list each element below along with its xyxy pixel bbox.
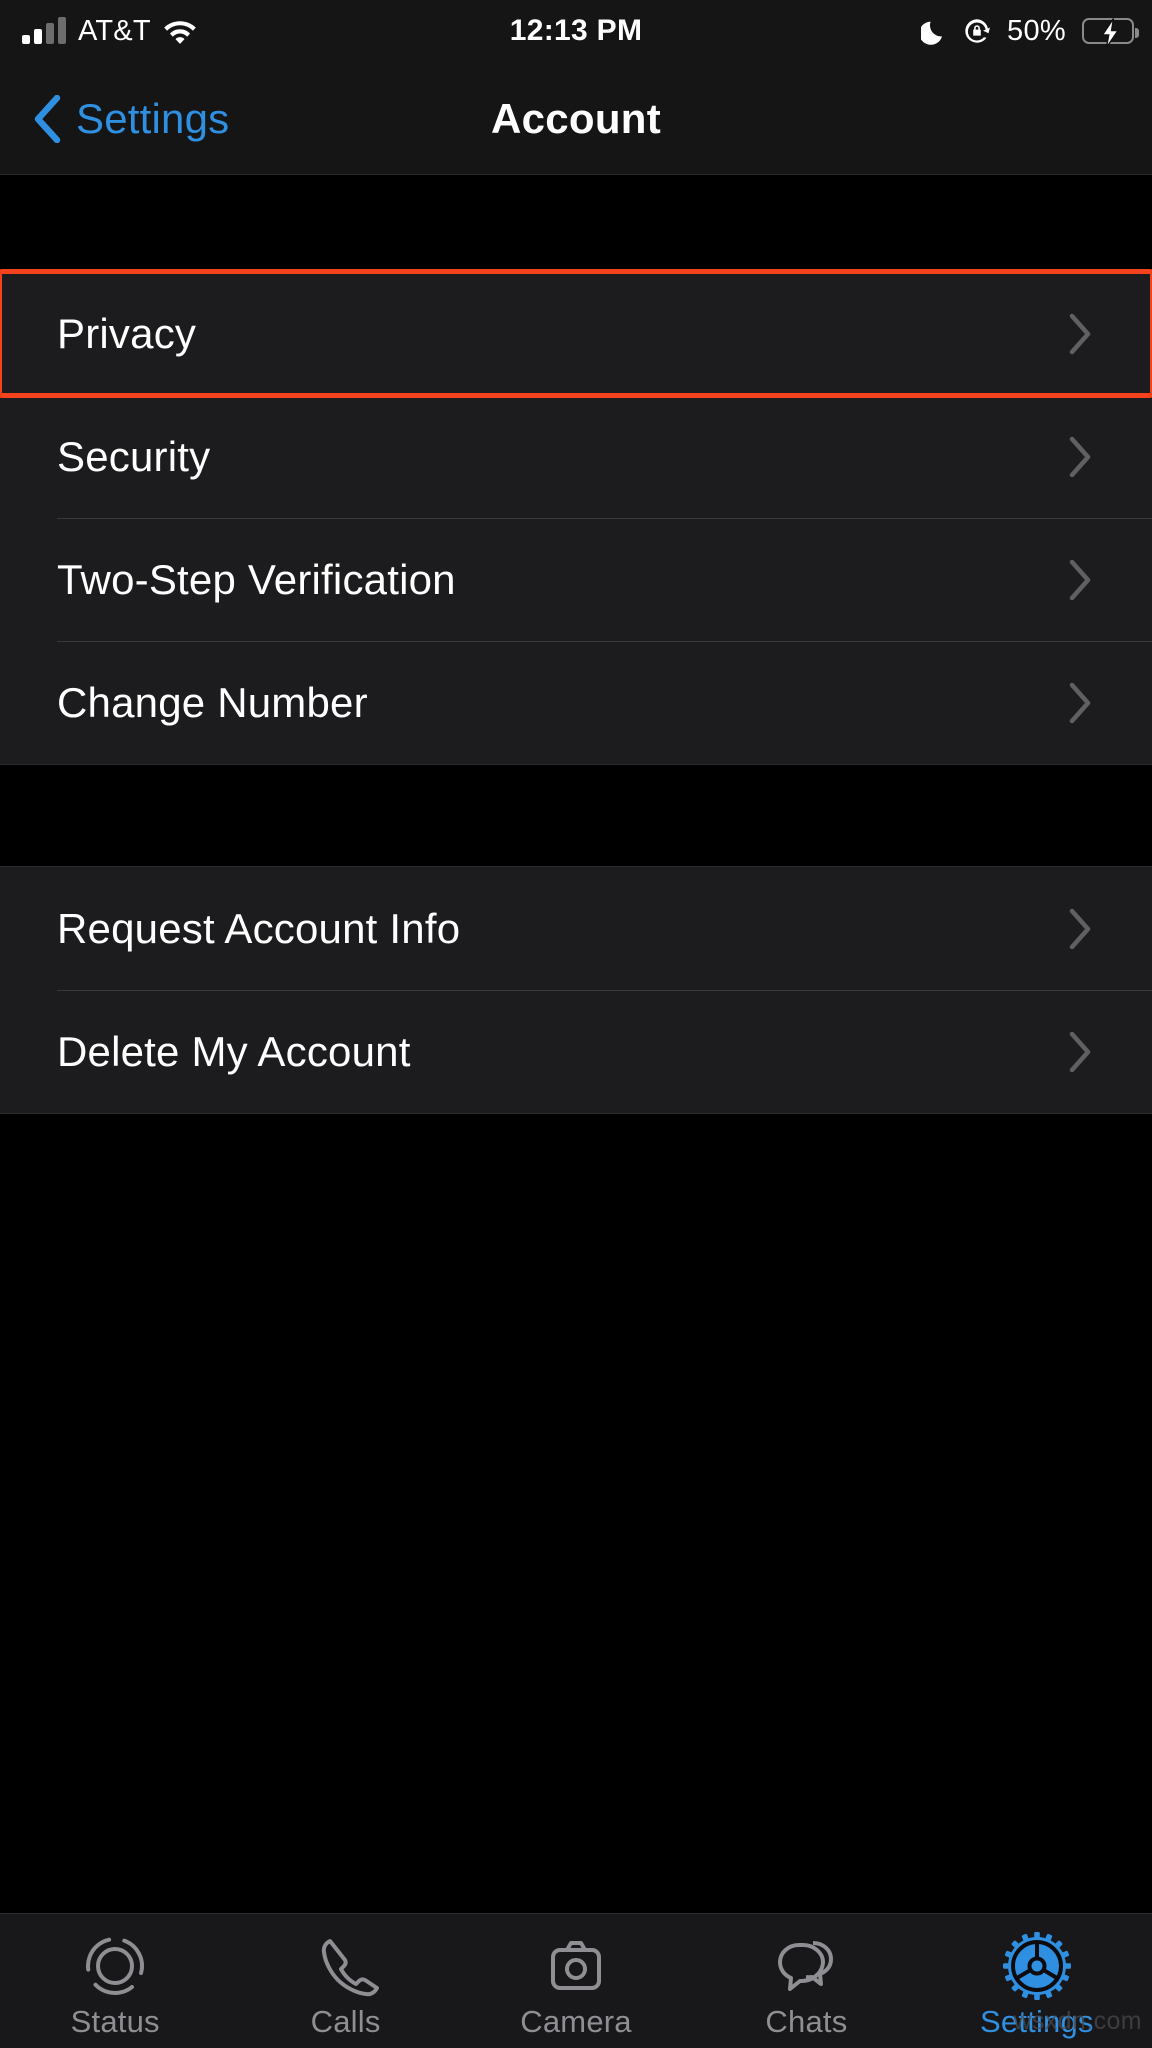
status-bar: AT&T 12:13 PM 50% <box>0 0 1152 62</box>
tab-label: Settings <box>980 2004 1094 2039</box>
chevron-right-icon <box>1068 1031 1092 1073</box>
camera-icon <box>543 1930 609 2002</box>
tab-settings[interactable]: Settings <box>922 1914 1152 2048</box>
tab-label: Chats <box>765 2004 848 2039</box>
tab-camera[interactable]: Camera <box>461 1914 691 2048</box>
list-item-label: Request Account Info <box>57 904 461 952</box>
gear-icon <box>1002 1930 1072 2002</box>
chevron-right-icon <box>1068 436 1092 478</box>
chevron-right-icon <box>1068 682 1092 724</box>
list-item-label: Privacy <box>57 309 197 357</box>
chevron-right-icon <box>1068 559 1092 601</box>
list-item-label: Change Number <box>57 678 368 726</box>
tab-label: Calls <box>310 2004 381 2039</box>
rotation-lock-icon <box>963 17 991 45</box>
tab-chats[interactable]: Chats <box>691 1914 921 2048</box>
list-item-security[interactable]: Security <box>0 395 1152 518</box>
tab-calls[interactable]: Calls <box>230 1914 460 2048</box>
chevron-right-icon <box>1068 313 1092 355</box>
tab-label: Status <box>70 2004 160 2039</box>
status-ring-icon <box>82 1930 148 2002</box>
moon-icon <box>921 17 947 45</box>
settings-group-account-data: Request Account Info Delete My Account <box>0 866 1152 1114</box>
phone-icon <box>313 1930 379 2002</box>
tab-bar: Status Calls Camera Chats Settings <box>0 1913 1152 2048</box>
battery-charging-icon <box>1082 18 1139 48</box>
tab-status[interactable]: Status <box>0 1914 230 2048</box>
list-item-two-step-verification[interactable]: Two-Step Verification <box>0 518 1152 641</box>
list-item-change-number[interactable]: Change Number <box>0 641 1152 764</box>
list-item-privacy[interactable]: Privacy <box>0 269 1152 398</box>
list-item-label: Two-Step Verification <box>57 555 456 603</box>
list-item-label: Delete My Account <box>57 1027 411 1075</box>
settings-group-account: Privacy Security Two-Step Verification C… <box>0 269 1152 765</box>
list-item-label: Security <box>57 432 211 480</box>
chat-bubbles-icon <box>773 1930 839 2002</box>
battery-percent-label: 50% <box>1007 14 1066 47</box>
chevron-right-icon <box>1068 908 1092 950</box>
tab-label: Camera <box>520 2004 632 2039</box>
list-item-delete-my-account[interactable]: Delete My Account <box>0 990 1152 1113</box>
phone-screen: AT&T 12:13 PM 50% Settings Account Priva… <box>0 0 1152 2048</box>
list-item-request-account-info[interactable]: Request Account Info <box>0 867 1152 990</box>
navigation-bar: Settings Account <box>0 62 1152 175</box>
status-bar-right: 50% <box>921 0 1139 62</box>
page-title: Account <box>490 94 662 142</box>
